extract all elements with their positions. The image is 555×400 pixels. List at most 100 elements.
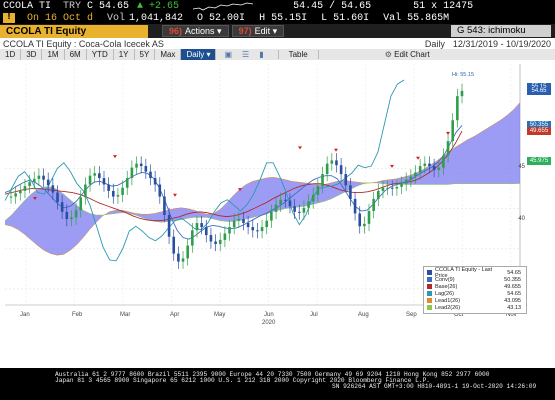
candle-body — [84, 184, 87, 198]
candle-body — [125, 178, 129, 188]
legend-swatch — [427, 298, 432, 303]
candle-body — [325, 163, 329, 175]
candle-body — [335, 160, 338, 166]
currency: TRY — [63, 0, 82, 12]
legend-item: Lag(26) 54.65 — [427, 290, 523, 297]
candle-body — [265, 220, 269, 228]
page-code: G 543: ichimoku — [451, 25, 551, 37]
chart-area[interactable]: Jan Feb Mar Apr May Jun Jul Aug Sep Oct … — [0, 60, 555, 368]
candle-body — [60, 202, 64, 212]
table-label: Table — [288, 50, 308, 59]
bid-ask: 54.45 / 54.65 — [293, 0, 372, 12]
x-year-label: 2020 — [262, 320, 276, 326]
table-button[interactable]: Table — [277, 50, 319, 59]
legend-label: Lead1(26) — [435, 297, 461, 304]
edit-chart-label: Edit Chart — [394, 50, 430, 59]
candle-body — [418, 166, 422, 173]
period-1d[interactable]: 1D — [0, 49, 22, 60]
candle-body — [200, 223, 203, 228]
legend-item: Lead1(26) 43.095 — [427, 297, 523, 304]
candle-body — [149, 171, 152, 179]
ticker: CCOLA TI — [3, 0, 52, 12]
candle-body — [297, 211, 301, 213]
chart-period: Daily — [424, 38, 445, 49]
period-6m[interactable]: 6M — [65, 49, 87, 60]
actions-label: Actions — [185, 26, 215, 36]
candle-body — [56, 192, 59, 203]
bid-ask-size: 51 x 12475 — [413, 0, 474, 12]
x-tick-aug: Aug — [358, 312, 369, 318]
candle-body — [311, 194, 315, 202]
security-field[interactable]: CCOLA TI Equity — [0, 24, 148, 38]
candle-body — [28, 182, 31, 187]
candle-body — [349, 185, 352, 199]
candle-body — [144, 166, 148, 172]
candle-body — [246, 223, 250, 228]
signal-marker — [334, 148, 338, 152]
candle-body — [9, 196, 13, 198]
signal-marker — [113, 155, 117, 159]
candle-body — [107, 184, 110, 191]
candle-body — [88, 175, 92, 185]
candle-body — [51, 185, 55, 193]
candle-body — [437, 167, 441, 171]
x-tick-apr: Apr — [170, 312, 180, 318]
legend-label: Lead2(26) — [435, 304, 461, 311]
period-ytd[interactable]: YTD — [87, 49, 114, 60]
candle-body — [209, 235, 213, 242]
period-5y[interactable]: 5Y — [135, 49, 156, 60]
x-tick-jun: Jun — [264, 312, 274, 318]
ichimoku-cloud — [4, 102, 521, 256]
period-max[interactable]: Max — [155, 49, 182, 60]
period-1m[interactable]: 1M — [42, 49, 65, 60]
price-tag: 54.65 — [527, 86, 551, 95]
period-1y[interactable]: 1Y — [114, 49, 135, 60]
edit-button[interactable]: 97) Edit ▾ — [231, 25, 285, 37]
candle-body — [23, 186, 27, 191]
legend-label: Base(26) — [435, 283, 458, 290]
line-style-icon[interactable]: ☰ — [242, 50, 249, 59]
candle-body — [409, 176, 413, 180]
chart-type-icon[interactable]: ▣ — [224, 50, 232, 59]
chart-legend: CCOLA TI Equity - Last Price 54.65 Conv(… — [423, 266, 527, 314]
footer: Australia 61 2 9777 8600 Brazil 5511 239… — [0, 368, 555, 400]
high-annotation: Hi: 55.15 — [452, 72, 475, 78]
x-tick-mar: Mar — [120, 312, 131, 318]
quote-bar: CCOLA TI TRY C 54.65 ▲ +2.65 54.45 / 54.… — [0, 0, 555, 12]
edit-chart-button[interactable]: ⚙ Edit Chart — [385, 50, 430, 59]
candle-body — [42, 175, 45, 180]
signal-marker — [173, 193, 177, 197]
candle-body — [330, 160, 334, 164]
candle-body — [204, 227, 208, 236]
candle-body — [139, 163, 143, 167]
frequency-select[interactable]: Daily ▾ — [181, 49, 217, 60]
candle-body — [358, 213, 362, 227]
signal-marker — [446, 131, 450, 135]
command-bar: CCOLA TI Equity 96) Actions ▾ 97) Edit ▾ G… — [0, 24, 555, 38]
candle-body — [14, 193, 17, 197]
candle-body — [74, 210, 78, 218]
ichimoku-chart[interactable] — [0, 60, 555, 368]
legend-swatch — [427, 270, 432, 275]
actions-button[interactable]: 96) Actions ▾ — [162, 25, 229, 37]
candle-body — [135, 163, 138, 168]
candle-body — [116, 194, 120, 197]
candle-body — [177, 253, 180, 262]
candle-body — [130, 167, 134, 179]
period-3d[interactable]: 3D — [21, 49, 43, 60]
candle-body — [65, 211, 69, 220]
candle-body — [256, 230, 259, 232]
candle-body — [37, 175, 41, 179]
candle-body — [195, 223, 199, 231]
candle-body — [339, 165, 343, 175]
legend-item: Lead2(26) 43.13 — [427, 304, 523, 311]
traded-value: Val 55.865M — [383, 12, 450, 24]
gear-icon: ⚙ — [384, 50, 392, 59]
actions-number: 96) — [169, 26, 183, 36]
bar-style-icon[interactable]: ▮ — [259, 50, 263, 59]
candle-body — [404, 179, 408, 184]
candle-body — [242, 219, 245, 224]
candle-body — [167, 215, 171, 237]
candle-body — [274, 204, 278, 212]
candle-body — [451, 120, 455, 142]
